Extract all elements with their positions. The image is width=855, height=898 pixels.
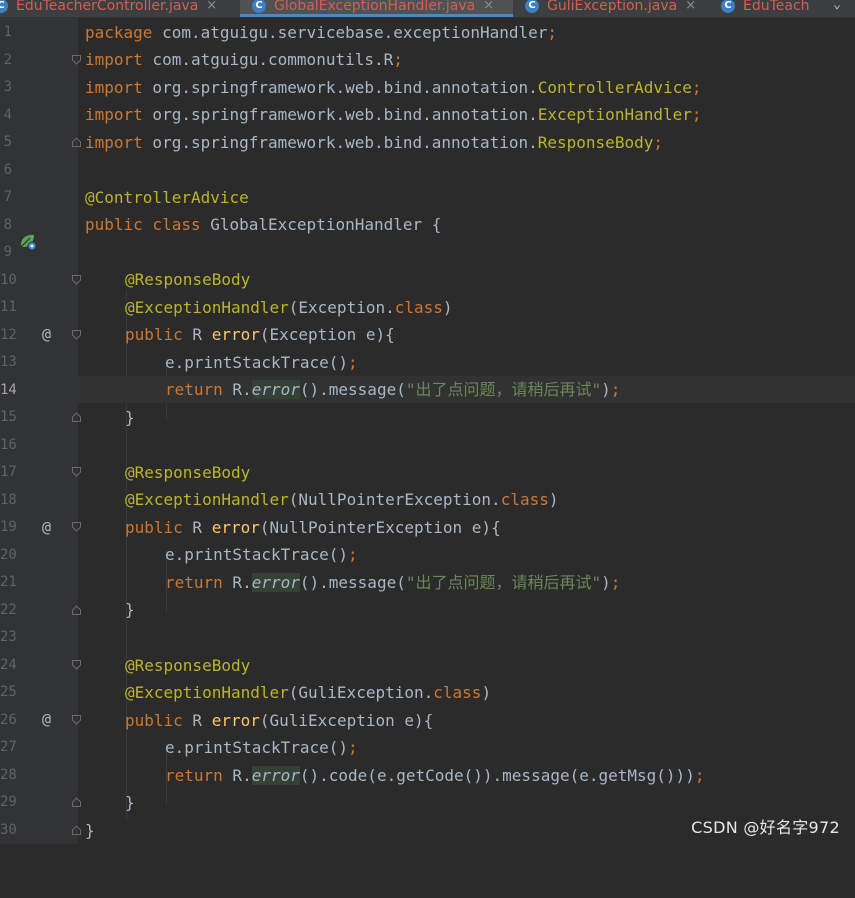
line-number: 22 [0, 601, 17, 618]
line-number: 23 [0, 629, 17, 645]
code-line: package com.atguigu.servicebase.exceptio… [85, 23, 558, 42]
editor-tab-bar: C EduTeacherController.java × C GlobalEx… [0, 0, 855, 18]
code-editor[interactable]: package com.atguigu.servicebase.exceptio… [78, 18, 855, 844]
line-number: 28 [0, 766, 17, 783]
line-number: 2 [3, 51, 12, 68]
line-number: 3 [3, 79, 12, 95]
close-icon[interactable]: × [685, 0, 696, 13]
line-number: 26 [0, 711, 17, 728]
code-line: e.printStackTrace(); [165, 738, 358, 757]
code-line: public R error(GuliException e){ [125, 711, 434, 730]
code-line: public class GlobalExceptionHandler { [85, 215, 442, 234]
line-number: 14 [0, 381, 17, 398]
line-number: 16 [0, 436, 17, 453]
line-number: 20 [0, 546, 17, 563]
code-line: @ResponseBody [125, 270, 251, 289]
line-number: 4 [3, 106, 12, 123]
java-class-icon: C [0, 0, 8, 13]
line-number: 1 [3, 24, 12, 40]
override-marker-icon[interactable]: @ [42, 711, 51, 727]
chevron-down-icon[interactable]: ⌄ [819, 0, 855, 17]
line-number: 27 [0, 739, 17, 755]
code-line: } [125, 408, 135, 427]
tab-edu-teacher-controller[interactable]: C EduTeacherController.java × [0, 0, 240, 17]
java-class-icon: C [721, 0, 735, 13]
line-number: 6 [3, 161, 12, 178]
java-class-icon: C [252, 0, 266, 13]
tab-label: GuliException.java [547, 0, 678, 14]
code-line: } [125, 600, 135, 619]
java-class-icon: C [525, 0, 539, 13]
line-number: 12 [0, 326, 17, 343]
code-line: e.printStackTrace(); [165, 545, 358, 564]
line-number: 25 [0, 684, 17, 700]
code-line: return R.error().message("出了点问题，请稍后再试"); [165, 573, 621, 592]
line-number: 13 [0, 354, 17, 370]
line-number: 18 [0, 491, 17, 508]
tab-global-exception-handler[interactable]: C GlobalExceptionHandler.java × [240, 0, 513, 17]
override-marker-icon[interactable]: @ [42, 519, 51, 535]
line-number: 17 [0, 464, 17, 480]
editor-gutter: 1 2 3 4 5 6 7 8 9 10 11 12 13 14 15 16 17 18 19 20 21 22 23 24 2… [0, 18, 81, 844]
tab-guli-exception[interactable]: C GuliException.java × [513, 0, 709, 17]
code-line: import com.atguigu.commonutils.R; [85, 50, 403, 69]
code-line: @ExceptionHandler(NullPointerException.c… [125, 490, 559, 509]
line-number: 11 [0, 299, 17, 315]
tab-label: EduTeacherController.java [16, 0, 199, 14]
line-number: 30 [0, 821, 17, 838]
line-number: 10 [0, 271, 17, 288]
line-number: 9 [3, 244, 12, 260]
code-line: import org.springframework.web.bind.anno… [85, 133, 663, 152]
code-line-current: return R.error().message("出了点问题，请稍后再试"); [78, 376, 855, 403]
line-number: 8 [3, 216, 12, 233]
line-number: 19 [0, 519, 17, 535]
code-line: @ExceptionHandler(Exception.class) [125, 298, 453, 317]
line-number: 5 [3, 134, 12, 150]
tab-label: EduTeach [743, 0, 810, 14]
code-line: import org.springframework.web.bind.anno… [85, 105, 702, 124]
code-line: @ControllerAdvice [85, 188, 249, 207]
line-number: 7 [3, 189, 12, 205]
code-line: @ResponseBody [125, 463, 251, 482]
code-line: import org.springframework.web.bind.anno… [85, 78, 702, 97]
close-icon[interactable]: × [206, 0, 217, 13]
tab-label: GlobalExceptionHandler.java [274, 0, 476, 14]
override-marker-icon[interactable]: @ [42, 326, 51, 342]
code-line: @ExceptionHandler(GuliException.class) [125, 683, 492, 702]
line-number: 15 [0, 409, 17, 425]
line-number: 24 [0, 656, 17, 673]
watermark: CSDN @好名字972 [691, 818, 840, 837]
code-line: @ResponseBody [125, 656, 251, 675]
spring-bean-icon[interactable] [19, 233, 37, 251]
code-line: public R error(Exception e){ [125, 325, 395, 344]
code-line: } [125, 793, 135, 812]
tab-edu-teacher[interactable]: C EduTeach [709, 0, 819, 17]
code-line: e.printStackTrace(); [165, 353, 358, 372]
close-icon[interactable]: × [483, 0, 494, 13]
line-number: 21 [0, 574, 17, 590]
code-line: return R.error().code(e.getCode()).messa… [165, 766, 705, 785]
code-line: public R error(NullPointerException e){ [125, 518, 501, 537]
line-number: 29 [0, 794, 17, 810]
